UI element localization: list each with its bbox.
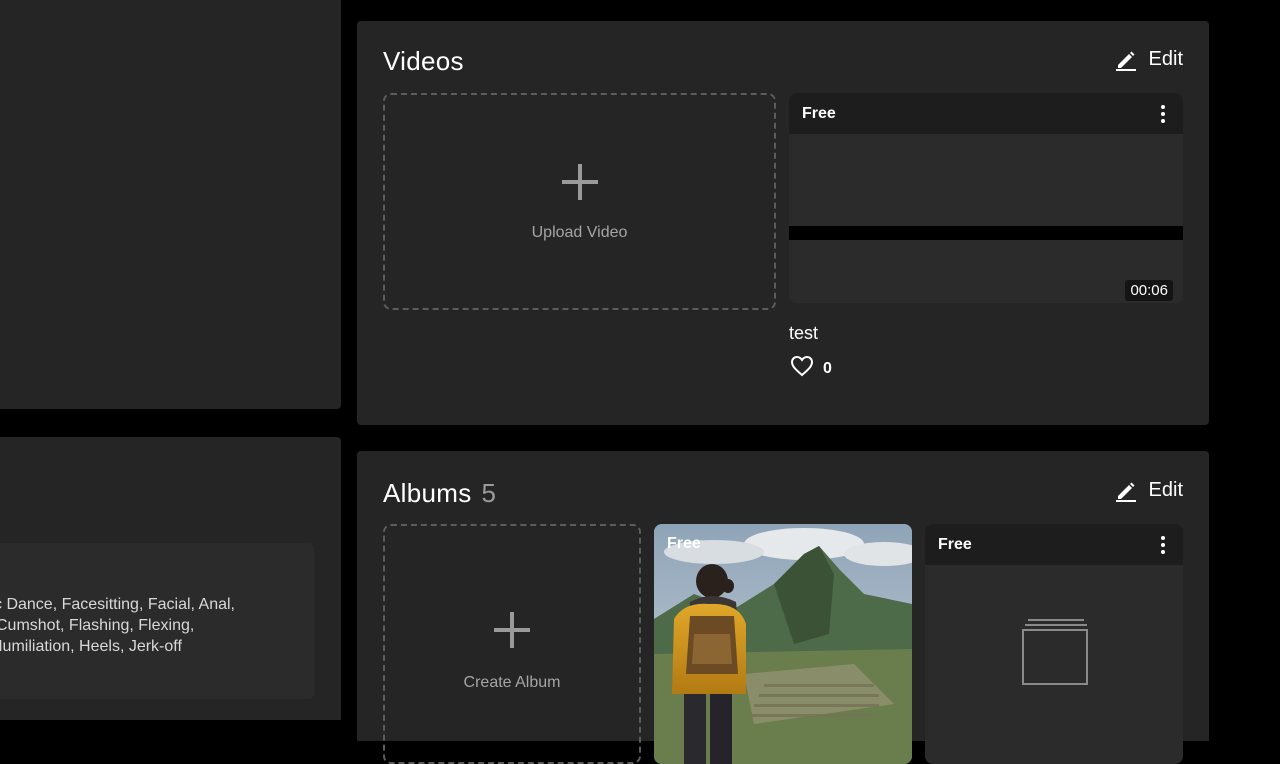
heart-icon[interactable] xyxy=(790,355,814,382)
create-album-button[interactable]: Create Album xyxy=(383,524,641,764)
kebab-menu-icon[interactable] xyxy=(1161,105,1165,126)
left-top-panel xyxy=(0,0,341,409)
albums-title-label: Albums xyxy=(383,478,472,508)
album-card-header: Free xyxy=(925,524,1183,565)
upload-video-button[interactable]: Upload Video xyxy=(383,93,776,310)
access-badge: Free xyxy=(802,104,836,122)
kebab-menu-icon[interactable] xyxy=(1161,536,1165,557)
videos-section: Videos Edit Upload Video Free 00:06 test xyxy=(357,21,1209,425)
plus-icon xyxy=(492,610,532,655)
video-card-header: Free xyxy=(789,93,1183,134)
videos-title: Videos xyxy=(383,46,464,76)
album-cover-image xyxy=(654,524,912,764)
albums-count: 5 xyxy=(481,478,497,508)
access-badge: Free xyxy=(667,535,701,552)
upload-video-label: Upload Video xyxy=(531,224,628,241)
plus-icon xyxy=(560,162,600,207)
pencil-icon xyxy=(1115,480,1137,502)
videos-edit-label: Edit xyxy=(1148,48,1183,70)
video-title-link[interactable]: test xyxy=(789,323,818,344)
album-placeholder-icon xyxy=(1022,619,1090,692)
albums-edit-label: Edit xyxy=(1148,479,1183,501)
tags-line-2: Cumshot, Flashing, Flexing, xyxy=(0,617,195,634)
pencil-icon xyxy=(1115,49,1137,71)
video-thumbnail-bar xyxy=(789,226,1183,240)
video-card[interactable]: Free 00:06 xyxy=(789,93,1183,303)
albums-title: Albums 5 xyxy=(383,478,496,509)
albums-section: Albums 5 Edit Create Album Free Free xyxy=(357,451,1209,764)
tags-list: tic Dance, Facesitting, Facial, Anal, Cu… xyxy=(0,594,300,657)
album-card[interactable]: Free xyxy=(654,524,912,764)
access-badge: Free xyxy=(938,535,972,553)
videos-edit-button[interactable]: Edit xyxy=(1115,48,1183,71)
create-album-label: Create Album xyxy=(463,674,561,691)
album-card[interactable]: Free xyxy=(925,524,1183,764)
video-duration: 00:06 xyxy=(1125,280,1173,301)
tags-line-1: tic Dance, Facesitting, Facial, Anal, xyxy=(0,596,235,613)
albums-edit-button[interactable]: Edit xyxy=(1115,479,1183,502)
likes-count: 0 xyxy=(823,359,832,377)
tags-line-3: Humiliation, Heels, Jerk-off xyxy=(0,638,182,655)
likes: 0 xyxy=(790,355,832,382)
